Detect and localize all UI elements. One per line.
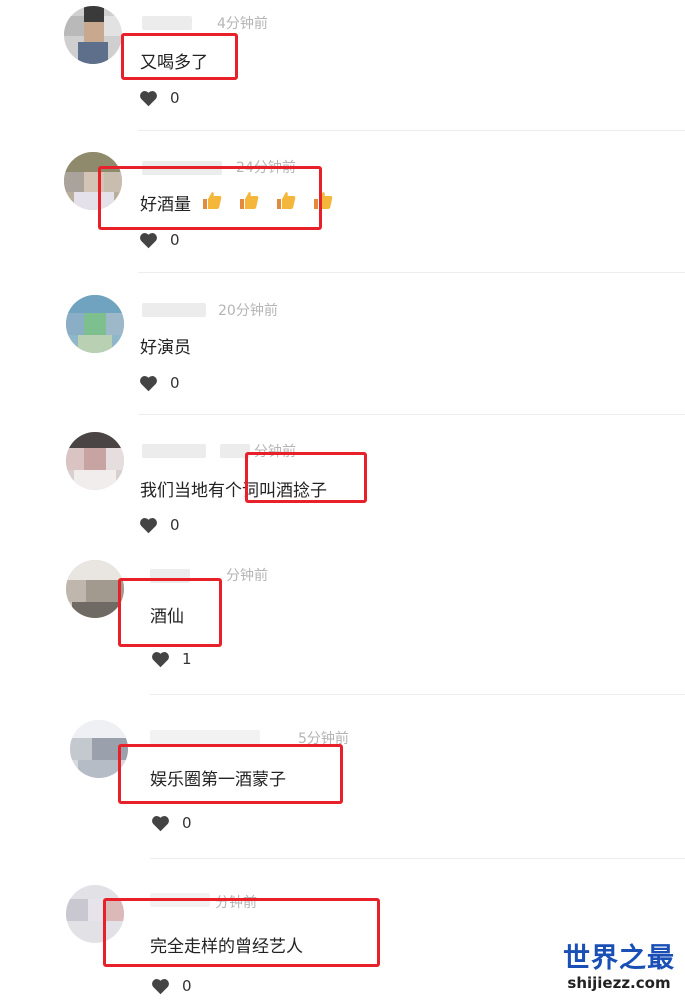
like-button[interactable]: 0 (151, 814, 192, 832)
heart-icon (140, 90, 157, 106)
username-blurred (150, 730, 260, 744)
heart-icon (152, 978, 169, 994)
comment-text: 好演员 (140, 338, 191, 358)
avatar[interactable] (66, 432, 124, 490)
watermark-text-cn: 世界之最 (563, 943, 675, 974)
divider (150, 858, 685, 859)
like-count: 0 (170, 516, 180, 534)
highlight-box (118, 578, 222, 647)
like-button[interactable]: 1 (151, 650, 192, 668)
divider (150, 694, 685, 695)
divider (138, 130, 685, 131)
like-button[interactable]: 0 (139, 231, 180, 249)
avatar[interactable] (64, 6, 122, 64)
watermark-text-en: shijiezz.com (567, 974, 671, 992)
highlight-box (245, 452, 367, 503)
username-blurred (142, 303, 206, 317)
username-blurred (142, 16, 192, 30)
like-button[interactable]: 0 (139, 516, 180, 534)
like-count: 0 (170, 89, 180, 107)
like-count: 0 (182, 814, 192, 832)
like-count: 0 (182, 977, 192, 995)
like-button[interactable]: 0 (151, 977, 192, 995)
highlight-box (121, 33, 238, 80)
avatar[interactable] (66, 560, 124, 618)
comment-time: 分钟前 (226, 568, 268, 584)
highlight-box (103, 898, 380, 967)
watermark-logo: 世界之最 shijiezz.com (563, 943, 675, 993)
like-count: 0 (170, 374, 180, 392)
like-count: 1 (182, 650, 192, 668)
comment-time: 4分钟前 (217, 16, 268, 32)
heart-icon (140, 517, 157, 533)
like-button[interactable]: 0 (139, 374, 180, 392)
like-count: 0 (170, 231, 180, 249)
heart-icon (152, 815, 169, 831)
highlight-box (98, 166, 322, 230)
divider (138, 414, 685, 415)
heart-icon (140, 232, 157, 248)
comment-time: 20分钟前 (218, 303, 278, 319)
like-button[interactable]: 0 (139, 89, 180, 107)
divider (138, 272, 685, 273)
username-blurred (142, 444, 206, 458)
heart-icon (152, 651, 169, 667)
avatar[interactable] (66, 295, 124, 353)
highlight-box (118, 744, 343, 804)
heart-icon (140, 375, 157, 391)
